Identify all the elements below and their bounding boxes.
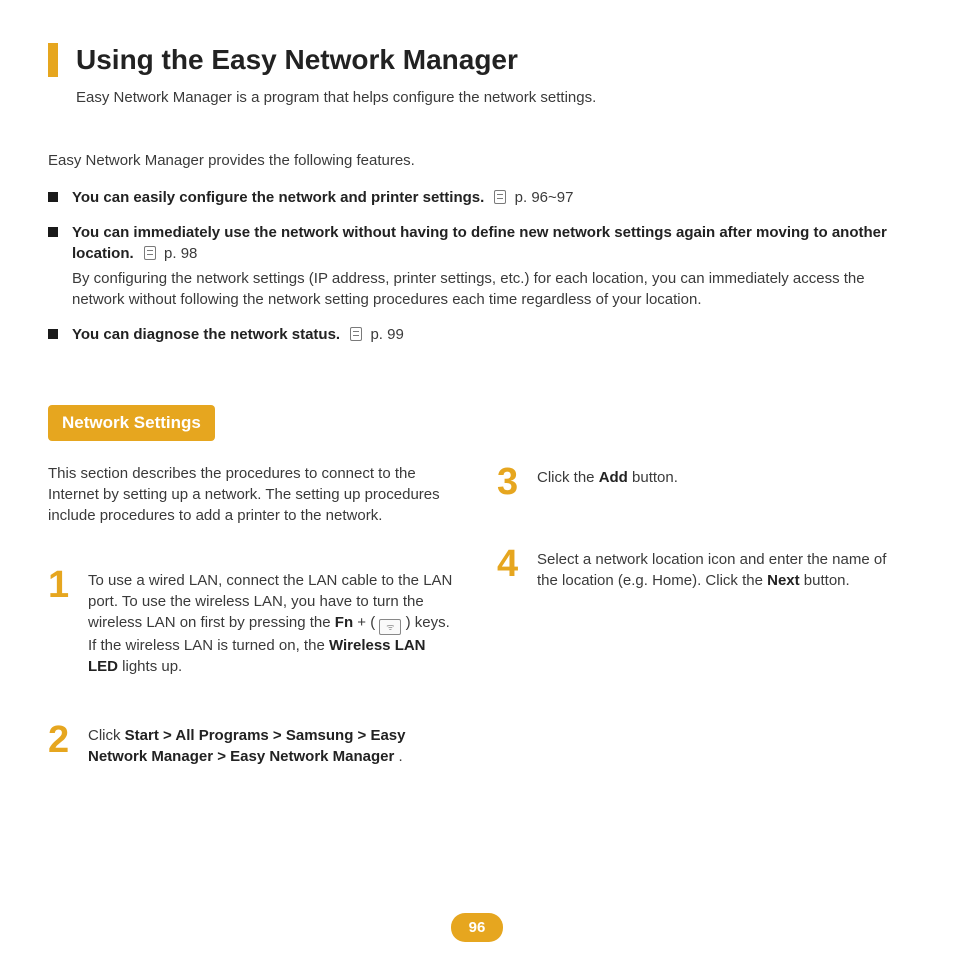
step-bold: Add [599, 469, 628, 486]
step-body: To use a wired LAN, connect the LAN cabl… [88, 566, 457, 677]
feature-body: You can diagnose the network status. p. … [72, 324, 906, 345]
step-text: + ( [357, 614, 375, 631]
page-ref-icon [144, 246, 156, 260]
step-bold: Start > All Programs > Samsung > Easy Ne… [88, 727, 405, 765]
step-text: button. [632, 469, 678, 486]
section-badge: Network Settings [48, 405, 215, 441]
features-intro: Easy Network Manager provides the follow… [48, 150, 906, 171]
feature-body: You can easily configure the network and… [72, 187, 906, 208]
step-number: 2 [48, 721, 78, 759]
step-text: Click [88, 727, 125, 744]
page-ref: p. 96~97 [515, 189, 574, 206]
step-body: Click the Add button. [537, 463, 906, 488]
steps-columns: This section describes the procedures to… [48, 463, 906, 811]
page-ref-icon [350, 327, 362, 341]
step-4: 4 Select a network location icon and ent… [497, 545, 906, 591]
title-accent-bar [48, 43, 58, 77]
section-intro: This section describes the procedures to… [48, 463, 457, 526]
page-footer: 96 [0, 913, 954, 942]
step-bold: Next [767, 572, 800, 589]
title-row: Using the Easy Network Manager [48, 40, 906, 79]
wireless-key-icon: ᯤ [379, 619, 401, 635]
step-body: Select a network location icon and enter… [537, 545, 906, 591]
step-body: Click Start > All Programs > Samsung > E… [88, 721, 457, 767]
step-number: 1 [48, 566, 78, 604]
page-ref: p. 98 [164, 245, 197, 262]
step-number: 3 [497, 463, 527, 501]
step-text: Click the [537, 469, 599, 486]
feature-item: You can diagnose the network status. p. … [48, 324, 906, 345]
step-1: 1 To use a wired LAN, connect the LAN ca… [48, 566, 457, 677]
step-text: lights up. [122, 658, 182, 675]
page-number: 96 [451, 913, 504, 942]
feature-body: You can immediately use the network with… [72, 222, 906, 310]
feature-desc: By configuring the network settings (IP … [72, 268, 906, 310]
bullet-icon [48, 227, 58, 237]
features-list: You can easily configure the network and… [48, 187, 906, 345]
step-2: 2 Click Start > All Programs > Samsung >… [48, 721, 457, 767]
page-ref-icon [494, 190, 506, 204]
feature-item: You can immediately use the network with… [48, 222, 906, 310]
page-ref: p. 99 [370, 326, 403, 343]
page-subtitle: Easy Network Manager is a program that h… [76, 87, 906, 108]
bullet-icon [48, 192, 58, 202]
step-3: 3 Click the Add button. [497, 463, 906, 501]
feature-head: You can easily configure the network and… [72, 189, 484, 206]
page-title: Using the Easy Network Manager [76, 40, 518, 79]
step-bold: Fn [335, 614, 353, 631]
step-text: button. [804, 572, 850, 589]
left-column: This section describes the procedures to… [48, 463, 457, 811]
right-column: 3 Click the Add button. 4 Select a netwo… [497, 463, 906, 811]
bullet-icon [48, 329, 58, 339]
feature-head: You can diagnose the network status. [72, 326, 340, 343]
step-text: . [399, 748, 403, 765]
feature-item: You can easily configure the network and… [48, 187, 906, 208]
step-number: 4 [497, 545, 527, 583]
